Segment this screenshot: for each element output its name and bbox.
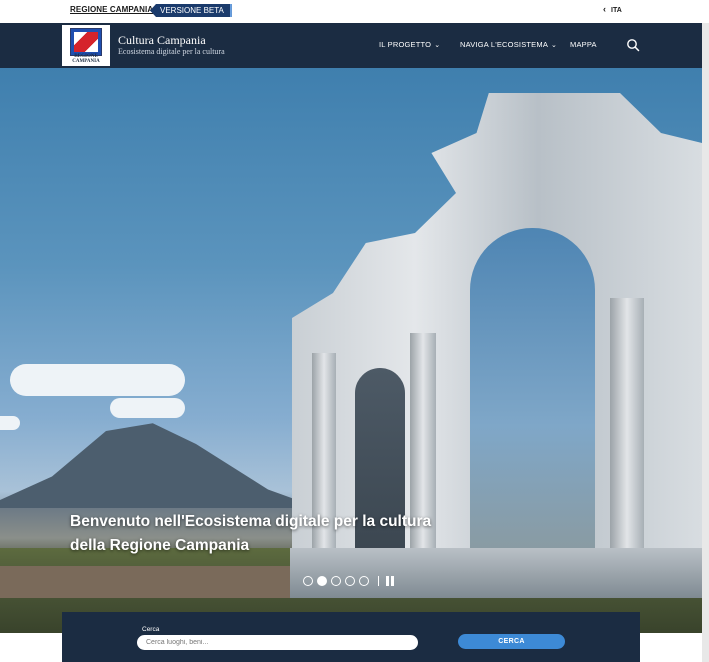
carousel-controls [303,575,395,587]
hero-carousel: Benvenuto nell'Ecosistema digitale per l… [0,68,702,633]
search-button[interactable]: CERCA [458,634,565,649]
carousel-dot[interactable] [303,576,313,586]
region-coat-of-arms-icon [70,28,102,56]
beta-version-badge: VERSIONE BETA [150,4,232,17]
chevron-left-icon: ‹ [603,4,606,14]
site-title[interactable]: Cultura Campania [118,33,206,48]
top-bar: REGIONE CAMPANIA VERSIONE BETA ‹ ITA [0,0,709,23]
nav-label: NAVIGA L'ECOSISTEMA [460,40,549,49]
scrollbar-track[interactable] [702,23,709,662]
language-selector[interactable]: ‹ ITA [603,4,622,15]
carousel-dot-active[interactable] [317,576,327,586]
chevron-down-icon: ⌄ [434,42,441,49]
site-subtitle: Ecosistema digitale per la cultura [118,47,225,56]
carousel-dot[interactable] [345,576,355,586]
hero-title: Benvenuto nell'Ecosistema digitale per l… [70,513,432,554]
carousel-dot[interactable] [359,576,369,586]
chevron-down-icon: ⌄ [551,42,558,49]
pause-icon[interactable] [386,576,395,586]
nav-naviga-ecosistema[interactable]: NAVIGA L'ECOSISTEMA ⌄ [460,40,557,49]
controls-divider [378,576,379,586]
search-panel: Cerca CERCA [62,612,640,662]
search-input[interactable] [137,635,418,650]
nav-label: IL PROGETTO [379,40,432,49]
region-campania-link[interactable]: REGIONE CAMPANIA [70,5,153,14]
nav-label: MAPPA [570,40,597,49]
site-header: REGIONE CAMPANIA Cultura Campania Ecosis… [0,23,702,68]
search-icon[interactable] [626,38,640,52]
region-logo[interactable]: REGIONE CAMPANIA [62,25,110,66]
logo-caption: REGIONE CAMPANIA [72,54,100,64]
nav-mappa[interactable]: MAPPA [570,40,597,49]
carousel-dot[interactable] [331,576,341,586]
search-label: Cerca [142,626,160,633]
nav-il-progetto[interactable]: IL PROGETTO ⌄ [379,40,440,49]
language-label: ITA [611,7,622,14]
